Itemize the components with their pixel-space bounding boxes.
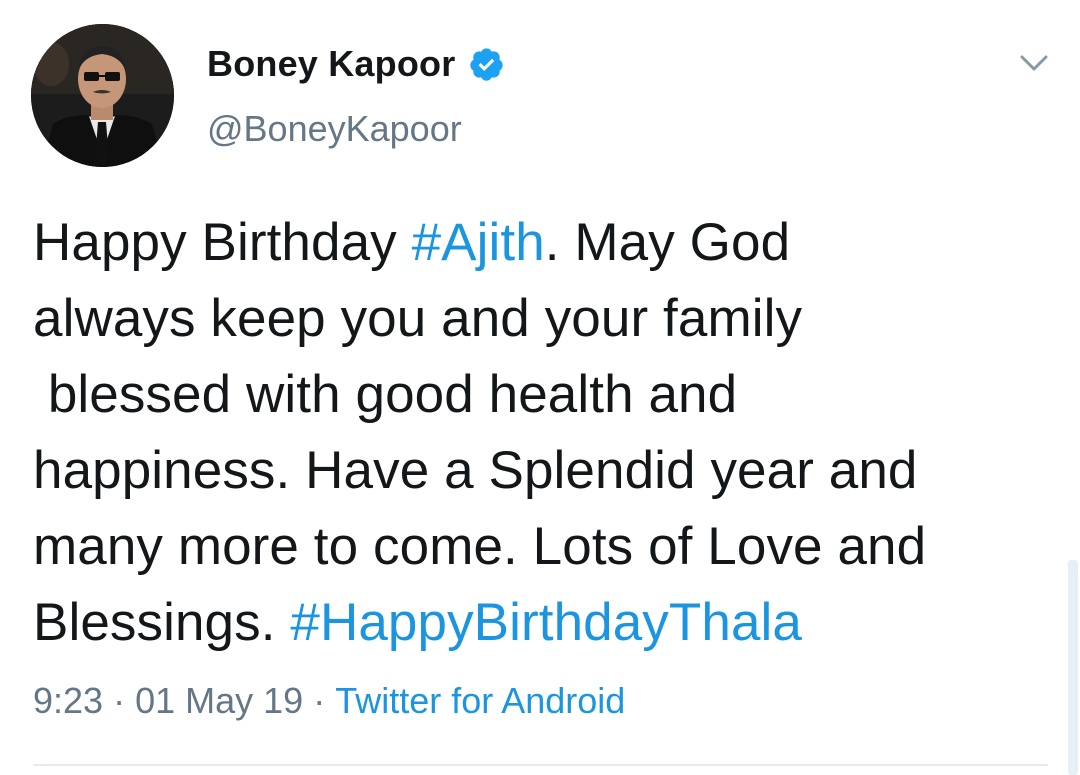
tweet-date[interactable]: 01 May 19 (135, 680, 303, 721)
author-display-name[interactable]: Boney Kapoor (207, 43, 455, 85)
hashtag-link[interactable]: #HappyBirthdayThala (290, 593, 802, 652)
chevron-down-icon (1020, 55, 1048, 71)
tweet-menu-button[interactable] (1018, 50, 1050, 76)
avatar[interactable] (31, 24, 174, 167)
profile-photo-icon (31, 24, 174, 167)
meta-separator: · (313, 680, 326, 721)
scrollbar[interactable] (1068, 560, 1078, 775)
meta-separator: · (113, 680, 126, 721)
hashtag-link[interactable]: #Ajith (412, 213, 545, 272)
tweet-source-link[interactable]: Twitter for Android (335, 680, 625, 721)
author-handle[interactable]: @BoneyKapoor (207, 108, 462, 150)
tweet-text-segment: Happy Birthday (33, 213, 412, 272)
divider (33, 764, 1048, 766)
tweet-text: Happy Birthday #Ajith. May God always ke… (33, 205, 1053, 661)
author-name-row[interactable]: Boney Kapoor (207, 42, 505, 86)
verified-badge-icon (468, 46, 505, 83)
tweet-text-segment: . May God always keep you and your famil… (33, 213, 927, 652)
tweet-time[interactable]: 9:23 (33, 680, 103, 721)
tweet-metadata: 9:23 · 01 May 19 · Twitter for Android (33, 680, 625, 722)
